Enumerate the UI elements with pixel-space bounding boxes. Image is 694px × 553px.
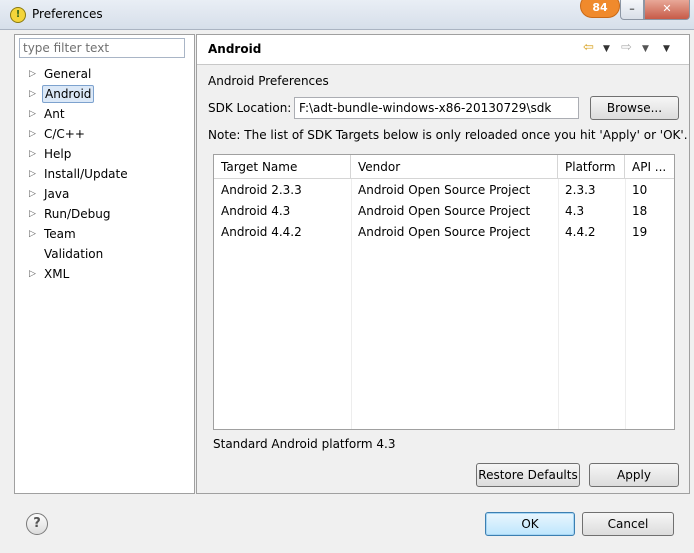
column-header-platform[interactable]: Platform (558, 155, 625, 179)
sdk-targets-table: Target Name Vendor Platform API ... Andr… (213, 154, 675, 430)
minimize-button[interactable]: – (620, 0, 644, 20)
expand-arrow-icon[interactable]: ▷ (29, 165, 39, 183)
expand-arrow-icon[interactable]: ▷ (29, 125, 39, 143)
eclipse-app-icon: ! (10, 7, 26, 23)
tree-item-label: Android (42, 85, 95, 103)
page-title: Android (208, 42, 262, 56)
sdk-location-label: SDK Location: (208, 101, 292, 115)
preference-page: Android ⇦ ▼ ⇨ ▼ ▼ Android Preferences SD… (196, 34, 690, 494)
tree-item-label: Help (44, 147, 72, 161)
preferences-tree-pane: ▷General▷Android▷Ant▷C/C++▷Help▷Install/… (14, 34, 195, 494)
column-header-target-name[interactable]: Target Name (214, 155, 351, 179)
sdk-location-field[interactable]: F:\adt-bundle-windows-x86-20130729\sdk (294, 97, 579, 119)
column-header-vendor[interactable]: Vendor (351, 155, 558, 179)
help-icon[interactable]: ? (26, 513, 48, 535)
section-label: Android Preferences (208, 74, 329, 88)
tree-item-validation[interactable]: Validation (15, 245, 195, 265)
tree-item-general[interactable]: ▷ General (15, 65, 195, 85)
notification-badge: 84 (580, 0, 620, 18)
tree-item-ant[interactable]: ▷ Ant (15, 105, 195, 125)
tree-item-team[interactable]: ▷ Team (15, 225, 195, 245)
tree-item-label: Install/Update (44, 167, 128, 181)
expand-arrow-icon[interactable]: ▷ (29, 105, 39, 123)
target-description: Standard Android platform 4.3 (213, 437, 396, 451)
expand-arrow-icon[interactable]: ▷ (29, 225, 39, 243)
expand-arrow-icon[interactable]: ▷ (29, 85, 39, 103)
table-cell: Android 2.3.3 (221, 183, 302, 197)
table-cell: 10 (632, 183, 648, 197)
tree-item-java[interactable]: ▷ Java (15, 185, 195, 205)
table-cell: Android Open Source Project (358, 225, 531, 239)
view-menu-icon[interactable]: ▼ (663, 44, 670, 54)
table-cell: 4.4.2 (565, 225, 596, 239)
close-button[interactable]: ✕ (644, 0, 690, 20)
tree-item-label: Team (44, 227, 76, 241)
window-title: Preferences (32, 7, 103, 21)
apply-button[interactable]: Apply (589, 463, 679, 487)
table-cell: Android 4.3 (221, 204, 291, 218)
forward-arrow-icon[interactable]: ⇨ (621, 40, 632, 55)
tree-item-label: Run/Debug (44, 207, 111, 221)
table-cell: 19 (632, 225, 648, 239)
tree-item-label: Ant (44, 107, 65, 121)
expand-arrow-icon[interactable]: ▷ (29, 205, 39, 223)
browse-button[interactable]: Browse... (590, 96, 679, 120)
tree-item-install-update[interactable]: ▷ Install/Update (15, 165, 195, 185)
tree-item-android[interactable]: ▷ Android (15, 85, 195, 105)
expand-arrow-icon[interactable]: ▷ (29, 145, 39, 163)
forward-dropdown-icon[interactable]: ▼ (642, 44, 649, 54)
tree-item-label: Validation (44, 247, 104, 261)
table-row[interactable]: Android 4.4.2 Android Open Source Project… (214, 222, 674, 243)
reload-note: Note: The list of SDK Targets below is o… (208, 128, 688, 142)
table-cell: Android 4.4.2 (221, 225, 302, 239)
title-bar: ! Preferences 84 – ✕ (0, 0, 694, 30)
tree-item-label: C/C++ (44, 127, 85, 141)
tree-item-label: Java (44, 187, 70, 201)
tree-item-label: General (44, 67, 92, 81)
tree-item-c-c-[interactable]: ▷ C/C++ (15, 125, 195, 145)
column-header-api[interactable]: API ... (625, 155, 674, 179)
cancel-button[interactable]: Cancel (582, 512, 674, 536)
table-cell: 18 (632, 204, 648, 218)
ok-button[interactable]: OK (485, 512, 575, 536)
tree-item-run-debug[interactable]: ▷ Run/Debug (15, 205, 195, 225)
expand-arrow-icon[interactable]: ▷ (29, 265, 39, 283)
table-cell: 2.3.3 (565, 183, 596, 197)
preferences-tree: ▷ General ▷ Android ▷ Ant ▷ C/C++ ▷ Help ▷ Install/… (15, 65, 195, 285)
back-dropdown-icon[interactable]: ▼ (603, 44, 610, 54)
table-row[interactable]: Android 4.3 Android Open Source Project 4.… (214, 201, 674, 222)
table-cell: Android Open Source Project (358, 204, 531, 218)
restore-defaults-button[interactable]: Restore Defaults (476, 463, 580, 487)
table-row[interactable]: Android 2.3.3 Android Open Source Project… (214, 180, 674, 201)
expand-arrow-icon[interactable]: ▷ (29, 65, 39, 83)
page-header: Android ⇦ ▼ ⇨ ▼ ▼ (197, 35, 689, 65)
filter-input[interactable] (19, 38, 185, 58)
table-cell: 4.3 (565, 204, 585, 218)
table-cell: Android Open Source Project (358, 183, 531, 197)
expand-arrow-icon[interactable]: ▷ (29, 185, 39, 203)
tree-item-label: XML (44, 267, 70, 281)
back-arrow-icon[interactable]: ⇦ (583, 40, 594, 55)
tree-item-xml[interactable]: ▷ XML (15, 265, 195, 285)
table-header: Target Name Vendor Platform API ... (214, 155, 674, 179)
tree-item-help[interactable]: ▷ Help (15, 145, 195, 165)
